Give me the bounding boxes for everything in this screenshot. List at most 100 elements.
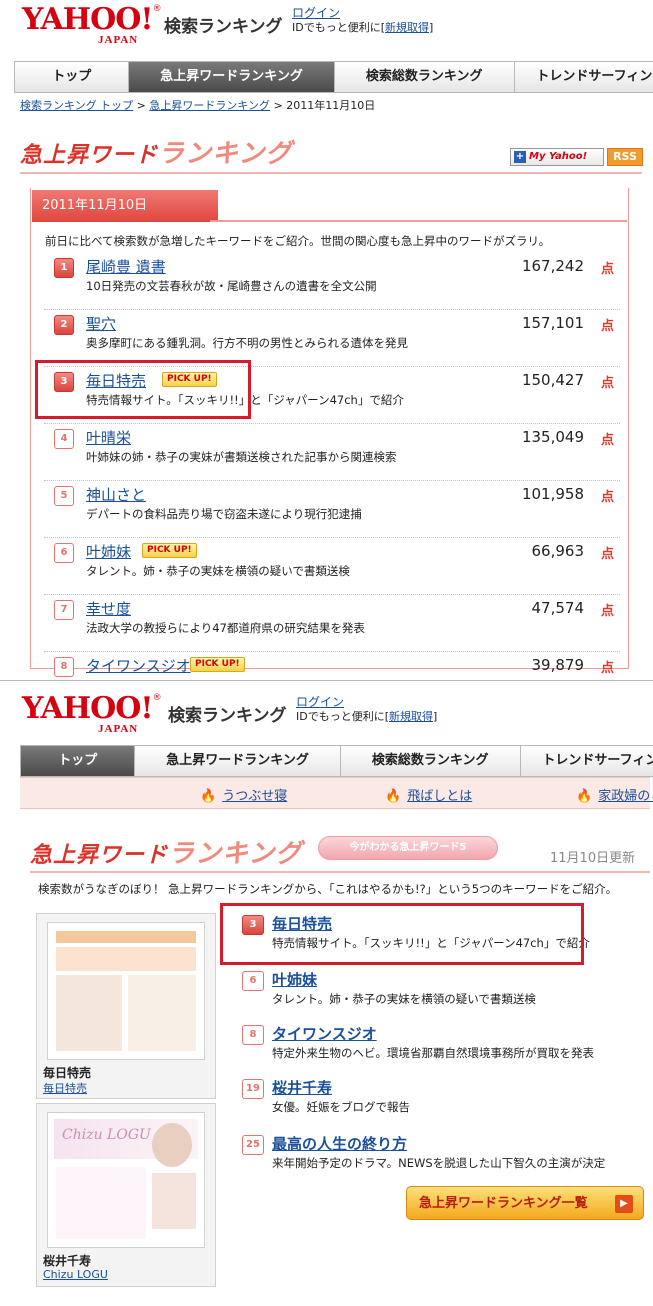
point-unit: 点 bbox=[600, 319, 614, 334]
hot-keyword[interactable]: 🔥 家政婦のミタ bbox=[576, 785, 653, 804]
pick-keyword-link[interactable]: 叶姉妹 bbox=[272, 969, 317, 990]
tab-bar: トップ 急上昇ワードランキング 検索総数ランキング トレンドサーフィン bbox=[20, 745, 653, 777]
rank-badge: 5 bbox=[54, 486, 74, 506]
yahoo-japan-logo[interactable]: YAHOO!® JAPAN bbox=[22, 4, 162, 47]
site-thumbnail[interactable]: Chizu LOGU bbox=[47, 1112, 205, 1248]
pick-description: 来年開始予定のドラマ。NEWSを脱退した山下智久の主演が決定 bbox=[272, 1156, 606, 1170]
ranking-description: 叶姉妹の姉・恭子の実妹が書類送検された記事から関連検索 bbox=[86, 450, 397, 464]
page-title: 急上昇ワードランキング bbox=[30, 833, 302, 870]
point-unit: 点 bbox=[600, 604, 614, 619]
tab-rising-words[interactable]: 急上昇ワードランキング bbox=[129, 62, 335, 92]
service-title: 検索ランキング bbox=[168, 706, 287, 726]
tab-rising-words[interactable]: 急上昇ワードランキング bbox=[135, 746, 341, 776]
site-thumbnail[interactable] bbox=[47, 922, 205, 1060]
highlight-box bbox=[220, 903, 584, 965]
ranking-keyword-link[interactable]: 叶晴栄 bbox=[86, 427, 131, 448]
tab-top[interactable]: トップ bbox=[15, 62, 130, 92]
ranking-keyword-link[interactable]: 幸せ度 bbox=[86, 598, 131, 619]
ranking-row: 6 叶姉妹 PICK UP! タレント。姉・恭子の実妹を横領の疑いで書類送検 6… bbox=[44, 537, 620, 595]
hot-keyword[interactable]: 🔥 飛ばしとは bbox=[385, 785, 472, 804]
rank-badge: 8 bbox=[54, 657, 74, 677]
title-part-a: 急上昇ワード bbox=[30, 843, 169, 868]
ranking-score: 66,963 bbox=[531, 542, 585, 560]
title-part-b: ランキング bbox=[168, 839, 303, 869]
point-unit: 点 bbox=[600, 661, 614, 676]
hot-keyword[interactable]: 🔥 うつぶせ寝 bbox=[200, 785, 287, 804]
date-tab-line bbox=[210, 220, 627, 222]
tab-total-searches[interactable]: 検索総数ランキング bbox=[335, 62, 515, 92]
login-area: ログイン IDでもっと便利に[新規取得] bbox=[296, 695, 437, 724]
thumbnail-name: 毎日特売 bbox=[43, 1066, 92, 1080]
breadcrumb-home[interactable]: 検索ランキング トップ bbox=[20, 99, 133, 112]
thumbnail-link[interactable]: Chizu LOGU bbox=[43, 1268, 108, 1281]
page-title: 急上昇ワードランキング bbox=[20, 133, 292, 170]
picks-intro: 検索数がうなぎのぼり！ 急上昇ワードランキングから、「これはやるかも!?」という… bbox=[38, 882, 618, 896]
ranking-score: 150,427 bbox=[521, 371, 584, 389]
pick-keyword-link[interactable]: 最高の人生の終り方 bbox=[272, 1133, 407, 1154]
ranking-keyword-link[interactable]: 尾崎豊 遺書 bbox=[86, 256, 166, 277]
ranking-row: 5 神山さと デパートの食料品売り場で窃盗未遂により現行犯逮捕 101,958 … bbox=[44, 480, 620, 538]
rss-button[interactable]: RSS bbox=[607, 148, 643, 166]
rank-badge: 4 bbox=[54, 429, 74, 449]
ranking-description: 10日発売の文芸春秋が故・尾崎豊さんの遺書を全文公開 bbox=[86, 279, 377, 293]
pick-keyword-link[interactable]: 桜井千寿 bbox=[272, 1077, 332, 1098]
signup-link[interactable]: 新規取得 bbox=[385, 21, 429, 34]
signup-link[interactable]: 新規取得 bbox=[389, 710, 433, 723]
login-note-end: ] bbox=[433, 710, 438, 723]
yahoo-japan-logo[interactable]: YAHOO!® JAPAN bbox=[22, 693, 162, 736]
tab-bar: トップ 急上昇ワードランキング 検索総数ランキング トレンドサーフィン bbox=[14, 61, 653, 93]
rank-badge: 25 bbox=[242, 1135, 264, 1155]
tab-total-searches[interactable]: 検索総数ランキング bbox=[341, 746, 521, 776]
login-link[interactable]: ログイン bbox=[292, 6, 340, 20]
hot-keyword-link[interactable]: うつぶせ寝 bbox=[222, 789, 287, 804]
login-note: IDでもっと便利に[ bbox=[292, 21, 386, 34]
pick-item: 8 タイワンスジオ 特定外来生物のヘビ。環境省那覇自然環境事務所が買取を発表 bbox=[240, 1023, 640, 1069]
thumbnail-link[interactable]: 毎日特売 bbox=[43, 1080, 87, 1096]
ranking-score: 157,101 bbox=[521, 314, 584, 332]
date-tab: 2011年11月10日 bbox=[32, 190, 218, 222]
breadcrumb-current: 2011年11月10日 bbox=[286, 99, 376, 112]
login-note: IDでもっと便利に[ bbox=[296, 710, 390, 723]
add-my-yahoo-button[interactable]: + My Yahoo! bbox=[510, 148, 604, 166]
ranking-row: 4 叶晴栄 叶姉妹の姉・恭子の実妹が書類送検された記事から関連検索 135,04… bbox=[44, 423, 620, 481]
tab-top[interactable]: トップ bbox=[21, 746, 136, 776]
tab-trend-surfing[interactable]: トレンドサーフィン bbox=[515, 62, 653, 92]
title-part-b: ランキング bbox=[158, 139, 293, 169]
ranking-intro: 前日に比べて検索数が急増したキーワードをご紹介。世間の関心度も急上昇中のワードが… bbox=[45, 234, 551, 248]
rank-badge: 7 bbox=[54, 600, 74, 620]
site-header: YAHOO!® JAPAN 検索ランキング ログイン IDでもっと便利に[新規取… bbox=[0, 689, 653, 745]
thumbnail-card: Chizu LOGU 桜井千寿 Chizu LOGU bbox=[36, 1103, 216, 1287]
login-note-end: ] bbox=[429, 21, 434, 34]
login-link[interactable]: ログイン bbox=[296, 695, 344, 709]
breadcrumb: 検索ランキング トップ > 急上昇ワードランキング > 2011年11月10日 bbox=[20, 97, 375, 113]
rank-badge: 1 bbox=[54, 258, 74, 278]
point-unit: 点 bbox=[600, 262, 614, 277]
pick-description: 女優。妊娠をブログで報告 bbox=[272, 1100, 410, 1114]
pick-item: 19 桜井千寿 女優。妊娠をブログで報告 bbox=[240, 1077, 640, 1123]
rank-badge: 19 bbox=[242, 1079, 264, 1099]
ranking-keyword-link[interactable]: 神山さと bbox=[86, 484, 146, 505]
pick-keyword-link[interactable]: タイワンスジオ bbox=[272, 1023, 377, 1044]
tab-trend-surfing[interactable]: トレンドサーフィン bbox=[521, 746, 653, 776]
title-part-a: 急上昇ワード bbox=[20, 143, 159, 168]
ranking-keyword-link[interactable]: タイワンスジオ bbox=[86, 655, 191, 676]
breadcrumb-sep: > bbox=[273, 99, 283, 112]
hot-keyword-link[interactable]: 家政婦のミタ bbox=[598, 789, 653, 804]
rank-badge: 8 bbox=[242, 1025, 264, 1045]
hot-keyword-link[interactable]: 飛ばしとは bbox=[407, 789, 472, 804]
thumbnail-name: 桜井千寿 bbox=[43, 1254, 92, 1268]
view-all-rankings-button[interactable]: 急上昇ワードランキング一覧 ▶ bbox=[406, 1186, 644, 1220]
breadcrumb-section[interactable]: 急上昇ワードランキング bbox=[149, 99, 270, 112]
service-title: 検索ランキング bbox=[164, 17, 283, 37]
ranking-keyword-link[interactable]: 叶姉妹 bbox=[86, 541, 131, 562]
highlight-box bbox=[35, 360, 251, 419]
ranking-keyword-link[interactable]: 聖穴 bbox=[86, 313, 116, 334]
hot-keywords-bar: 🔥 うつぶせ寝 🔥 飛ばしとは 🔥 家政婦のミタ bbox=[20, 777, 653, 809]
flame-icon: 🔥 bbox=[385, 789, 402, 804]
flame-icon: 🔥 bbox=[200, 789, 217, 804]
thumbnail-card: 毎日特売 毎日特売 bbox=[36, 913, 216, 1099]
arrow-right-icon: ▶ bbox=[615, 1195, 633, 1213]
view-all-label: 急上昇ワードランキング一覧 bbox=[419, 1196, 588, 1211]
rank-badge: 2 bbox=[54, 315, 74, 335]
pick-item: 6 叶姉妹 タレント。姉・恭子の実妹を横領の疑いで書類送検 bbox=[240, 969, 640, 1015]
